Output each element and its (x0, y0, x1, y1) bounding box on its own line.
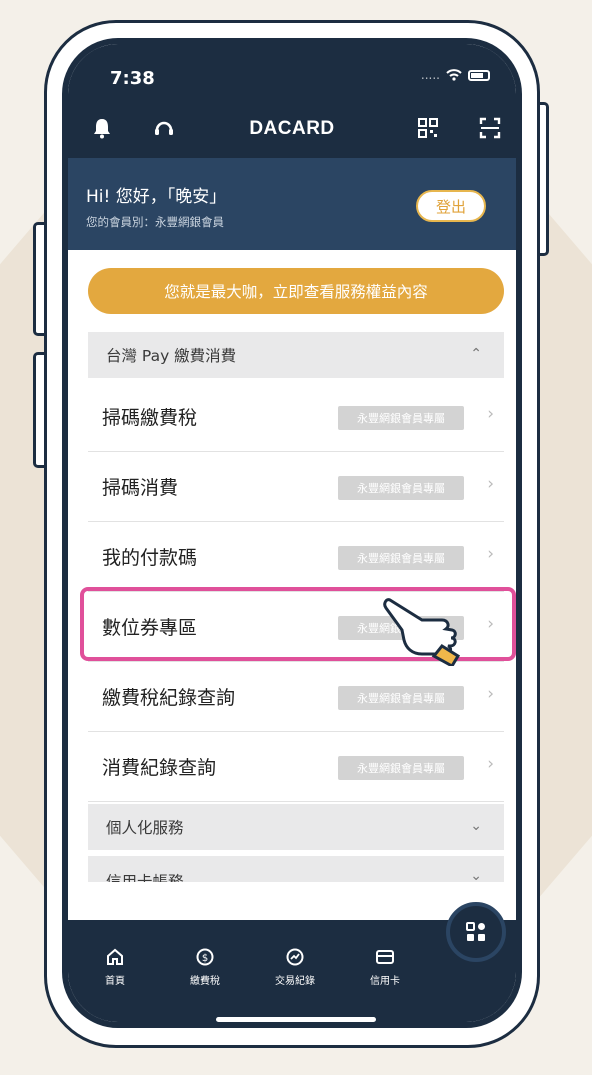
menu-item-tax-records[interactable]: 繳費稅紀錄查詢 永豐網銀會員專屬 › (88, 662, 504, 732)
section-personal-services[interactable]: 個人化服務 ⌄ (88, 804, 504, 850)
grid-menu-button[interactable] (446, 902, 506, 962)
section-credit-card-account[interactable]: 信用卡帳務 ⌄ (88, 856, 504, 882)
section-taiwan-pay[interactable]: 台灣 Pay 繳費消費 ⌃ (88, 332, 504, 378)
greeting-title: Hi! 您好，「晚安」 (86, 187, 227, 207)
chevron-down-icon: ⌄ (470, 818, 482, 834)
menu-item-payment-code[interactable]: 我的付款碼 永豐網銀會員專屬 › (88, 522, 504, 592)
wifi-icon (446, 69, 462, 81)
member-level: 您的會員別：永豐網銀會員 (86, 215, 224, 229)
tab-credit-card[interactable]: 信用卡 (350, 948, 420, 987)
chevron-right-icon: › (487, 684, 494, 704)
status-time: 7:38 (110, 68, 155, 89)
member-only-tag: 永豐網銀會員專屬 (338, 406, 464, 430)
menu-item-scan-purchase[interactable]: 掃碼消費 永豐網銀會員專屬 › (88, 452, 504, 522)
menu-item-label: 我的付款碼 (102, 547, 198, 569)
section-title: 個人化服務 (106, 819, 184, 837)
tab-label: 交易紀錄 (275, 976, 315, 987)
dollar-icon: $ (196, 948, 214, 966)
chevron-right-icon: › (487, 544, 494, 564)
greeting-banner: Hi! 您好，「晚安」 您的會員別：永豐網銀會員 登出 (68, 158, 516, 250)
home-icon (107, 948, 123, 965)
chevron-up-icon: ⌃ (470, 346, 482, 362)
chart-icon (286, 948, 304, 966)
menu-item-scan-pay-tax[interactable]: 掃碼繳費稅 永豐網銀會員專屬 › (88, 382, 504, 452)
signal-dots: ..... (420, 68, 440, 82)
section-title: 台灣 Pay 繳費消費 (106, 347, 237, 365)
menu-item-label: 掃碼繳費稅 (102, 407, 198, 429)
pointing-hand-icon (383, 598, 461, 666)
status-icons: ..... (421, 68, 490, 82)
home-indicator (216, 1017, 376, 1022)
bottom-tab-bar: 首頁 $ 繳費稅 交易紀錄 信用卡 (68, 902, 516, 1022)
phone-screen: 7:38 ..... DACARD Hi! 您好，「晚安」 您的會員別：永豐網銀… (62, 38, 522, 1028)
chevron-right-icon: › (487, 474, 494, 494)
member-only-tag: 永豐網銀會員專屬 (338, 476, 464, 500)
member-only-tag: 永豐網銀會員專屬 (338, 546, 464, 570)
battery-icon (468, 69, 490, 81)
member-only-tag: 永豐網銀會員專屬 (338, 756, 464, 780)
menu-item-label: 掃碼消費 (102, 477, 179, 499)
card-icon (376, 950, 394, 964)
svg-text:$: $ (202, 953, 208, 964)
member-only-tag: 永豐網銀會員專屬 (338, 686, 464, 710)
chevron-down-icon: ⌄ (470, 868, 482, 882)
tab-label: 繳費稅 (190, 976, 220, 987)
scan-icon[interactable] (476, 114, 504, 142)
menu-item-label: 繳費稅紀錄查詢 (102, 687, 236, 709)
grid-icon (466, 922, 485, 941)
top-bar: 7:38 ..... DACARD (68, 44, 516, 158)
tab-home[interactable]: 首頁 (80, 948, 150, 987)
logout-button[interactable]: 登出 (416, 190, 486, 222)
nav-row: DACARD (68, 114, 516, 144)
tab-label: 信用卡 (370, 976, 400, 987)
app-brand-title: DACARD (249, 118, 335, 139)
menu-item-label: 消費紀錄查詢 (102, 757, 217, 779)
qr-code-icon[interactable] (414, 114, 442, 142)
tab-label: 首頁 (105, 976, 125, 987)
tab-transactions[interactable]: 交易紀錄 (260, 948, 330, 987)
tab-pay-tax[interactable]: $ 繳費稅 (170, 948, 240, 987)
chevron-right-icon: › (487, 754, 494, 774)
chevron-right-icon: › (487, 404, 494, 424)
member-benefits-button[interactable]: 您就是最大咖，立即查看服務權益內容 (88, 268, 504, 314)
section-title: 信用卡帳務 (106, 873, 184, 882)
menu-item-purchase-records[interactable]: 消費紀錄查詢 永豐網銀會員專屬 › (88, 732, 504, 802)
